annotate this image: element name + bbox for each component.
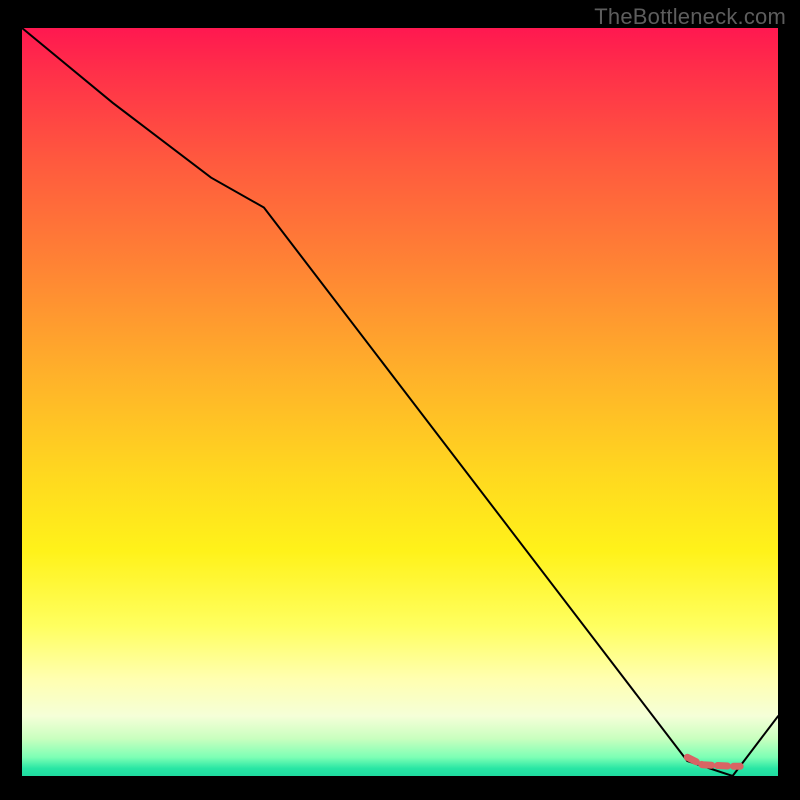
main-curve: [22, 28, 778, 776]
chart-svg: [22, 28, 778, 776]
watermark-text: TheBottleneck.com: [594, 4, 786, 30]
plot-area: [22, 28, 778, 776]
chart-container: TheBottleneck.com: [0, 0, 800, 800]
accent-segment: [687, 757, 740, 766]
